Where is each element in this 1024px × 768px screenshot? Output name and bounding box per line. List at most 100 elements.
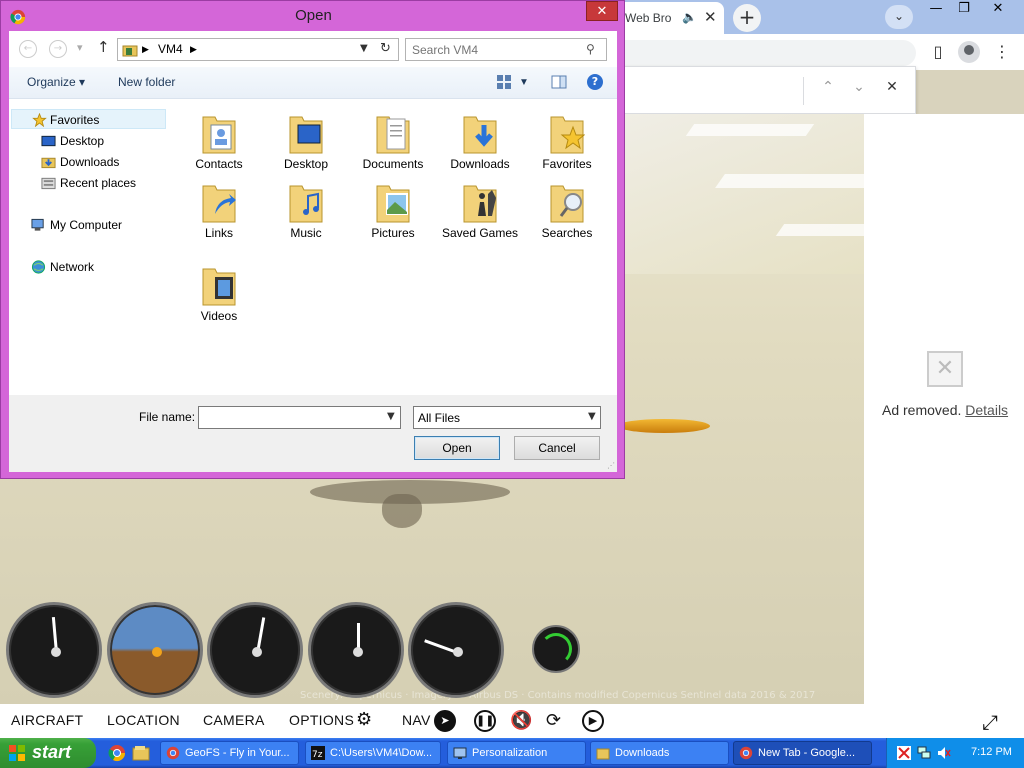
profile-avatar-icon[interactable] xyxy=(958,41,980,63)
camera-menu[interactable]: CAMERA xyxy=(203,712,265,728)
folder-item-contacts[interactable]: Contacts xyxy=(177,107,261,187)
tab-search-chevron-icon[interactable]: ⌄ xyxy=(885,5,913,29)
resize-grip-icon[interactable]: ⋰ xyxy=(607,461,615,470)
taskbar: start GeoFS - Fly in Your... 7z C:\Users… xyxy=(0,738,1024,768)
task-label: Personalization xyxy=(472,747,548,759)
address-dropdown-icon[interactable]: ▼ xyxy=(360,43,368,54)
clock: 7:12 PM xyxy=(971,746,1012,758)
minimize-button[interactable]: — xyxy=(922,0,950,20)
saved-games-folder-icon xyxy=(463,185,497,223)
links-folder-icon xyxy=(202,185,236,223)
taskbar-item-new-tab[interactable]: New Tab - Google... xyxy=(733,741,872,765)
start-button[interactable]: start xyxy=(0,738,96,768)
breadcrumb-separator-icon[interactable]: ▶ xyxy=(190,44,197,55)
file-name-label: File name: xyxy=(139,410,196,424)
find-previous-icon[interactable]: ⌃ xyxy=(816,79,840,95)
folder-item-desktop[interactable]: Desktop xyxy=(264,107,348,187)
network-tray-icon[interactable] xyxy=(917,746,931,760)
videos-folder-icon xyxy=(202,268,236,306)
help-icon[interactable]: ? xyxy=(587,74,603,90)
window-close-button[interactable]: ✕ xyxy=(984,0,1012,20)
mute-icon[interactable]: 🔇 xyxy=(510,710,532,731)
svg-text:7z: 7z xyxy=(312,750,323,760)
file-type-dropdown-icon[interactable]: ▼ xyxy=(588,411,596,422)
options-menu[interactable]: OPTIONS xyxy=(289,712,354,728)
folder-item-music[interactable]: Music xyxy=(264,176,348,256)
folder-item-saved-games[interactable]: Saved Games xyxy=(438,176,522,256)
location-menu[interactable]: LOCATION xyxy=(107,712,180,728)
search-box[interactable]: ⚲ xyxy=(405,38,607,61)
folder-item-documents[interactable]: Documents xyxy=(351,107,435,187)
sidebar-item-my-computer[interactable]: My Computer xyxy=(11,215,166,235)
folder-name: Searches xyxy=(541,226,593,240)
dialog-close-button[interactable]: ✕ xyxy=(586,1,618,21)
taskbar-item-downloads[interactable]: Downloads xyxy=(590,741,729,765)
new-tab-button[interactable]: + xyxy=(733,4,761,32)
sidebar-item-recent-places[interactable]: Recent places xyxy=(11,173,166,193)
file-name-dropdown-icon[interactable]: ▼ xyxy=(387,411,395,422)
chrome-icon xyxy=(166,746,180,760)
speaker-icon[interactable]: 🔈 xyxy=(682,10,697,24)
folder-item-downloads[interactable]: Downloads xyxy=(438,107,522,187)
view-options-icon[interactable] xyxy=(496,74,512,90)
sidebar-item-favorites[interactable]: Favorites xyxy=(11,109,166,129)
restore-button[interactable]: ❐ xyxy=(950,0,978,20)
file-type-select[interactable]: All Files ▼ xyxy=(413,406,601,429)
volume-muted-icon[interactable] xyxy=(937,746,951,760)
task-label: Downloads xyxy=(615,747,670,759)
refresh-icon[interactable]: ↻ xyxy=(380,41,391,56)
back-arrow-icon[interactable]: ← xyxy=(19,40,37,58)
folder-item-links[interactable]: Links xyxy=(177,176,261,256)
gear-icon[interactable]: ⚙ xyxy=(356,709,372,730)
new-folder-button[interactable]: New folder xyxy=(118,75,175,89)
contacts-folder-icon xyxy=(202,116,236,154)
breadcrumb-separator-icon[interactable]: ▶ xyxy=(142,44,149,55)
address-breadcrumb[interactable]: ▶ VM4 ▶ ▼ ↻ xyxy=(117,38,399,61)
ad-details-link[interactable]: Details xyxy=(965,402,1008,418)
file-name-field[interactable] xyxy=(199,407,379,428)
folder-item-favorites[interactable]: Favorites xyxy=(525,107,609,187)
pause-icon[interactable]: ❚❚ xyxy=(474,710,496,732)
folder-item-pictures[interactable]: Pictures xyxy=(351,176,435,256)
nav-menu[interactable]: NAV xyxy=(402,712,431,728)
file-name-combobox[interactable]: ▼ xyxy=(198,406,401,429)
organize-button[interactable]: Organize ▾ xyxy=(27,75,85,89)
side-panel-icon[interactable]: ▯ xyxy=(927,42,949,61)
breadcrumb-vm4[interactable]: VM4 xyxy=(158,42,183,56)
recent-locations-chevron-icon[interactable]: ▾ xyxy=(77,41,83,54)
sidebar-item-downloads[interactable]: Downloads xyxy=(11,152,166,172)
sidebar-item-desktop[interactable]: Desktop xyxy=(11,131,166,151)
chrome-icon[interactable] xyxy=(108,744,126,762)
tab-close-icon[interactable]: ✕ xyxy=(704,8,717,26)
security-alert-icon[interactable] xyxy=(897,746,911,760)
find-next-icon[interactable]: ⌄ xyxy=(847,79,871,95)
reset-icon[interactable]: ⟳ xyxy=(546,710,561,731)
preview-pane-icon[interactable] xyxy=(551,74,567,90)
menu-kebab-icon[interactable]: ⋮ xyxy=(991,42,1013,61)
dialog-titlebar[interactable]: Open xyxy=(1,1,626,31)
play-icon[interactable]: ▶ xyxy=(582,710,604,732)
compass-icon[interactable]: ➤ xyxy=(434,710,456,732)
dialog-navbar: ← → ▾ ↑ ▶ VM4 ▶ ▼ ↻ ⚲ xyxy=(9,31,617,67)
view-dropdown-icon[interactable]: ▼ xyxy=(519,77,529,88)
sidebar-item-network[interactable]: Network xyxy=(11,257,166,277)
forward-arrow-icon[interactable]: → xyxy=(49,40,67,58)
taskbar-item-7zip[interactable]: 7z C:\Users\VM4\Dow... xyxy=(305,741,441,765)
up-arrow-icon[interactable]: ↑ xyxy=(97,38,110,56)
explorer-icon[interactable] xyxy=(132,744,150,762)
folder-item-searches[interactable]: Searches xyxy=(525,176,609,256)
browser-tab[interactable]: Web Bro 🔈 ✕ xyxy=(612,2,724,34)
taskbar-item-personalization[interactable]: Personalization xyxy=(447,741,586,765)
search-input[interactable] xyxy=(406,39,581,60)
search-icon[interactable]: ⚲ xyxy=(586,42,595,56)
open-button[interactable]: Open xyxy=(414,436,500,460)
fullscreen-icon[interactable]: ⤢ xyxy=(982,710,998,734)
aircraft-menu[interactable]: AIRCRAFT xyxy=(11,712,83,728)
tab-title: Web Bro xyxy=(625,11,672,25)
find-close-icon[interactable]: ✕ xyxy=(880,79,904,95)
folder-name: Favorites xyxy=(542,157,592,171)
folder-item-videos[interactable]: Videos xyxy=(177,259,261,339)
cancel-button[interactable]: Cancel xyxy=(514,436,600,460)
taskbar-item-geofs[interactable]: GeoFS - Fly in Your... xyxy=(160,741,299,765)
address-bar[interactable] xyxy=(620,40,916,66)
